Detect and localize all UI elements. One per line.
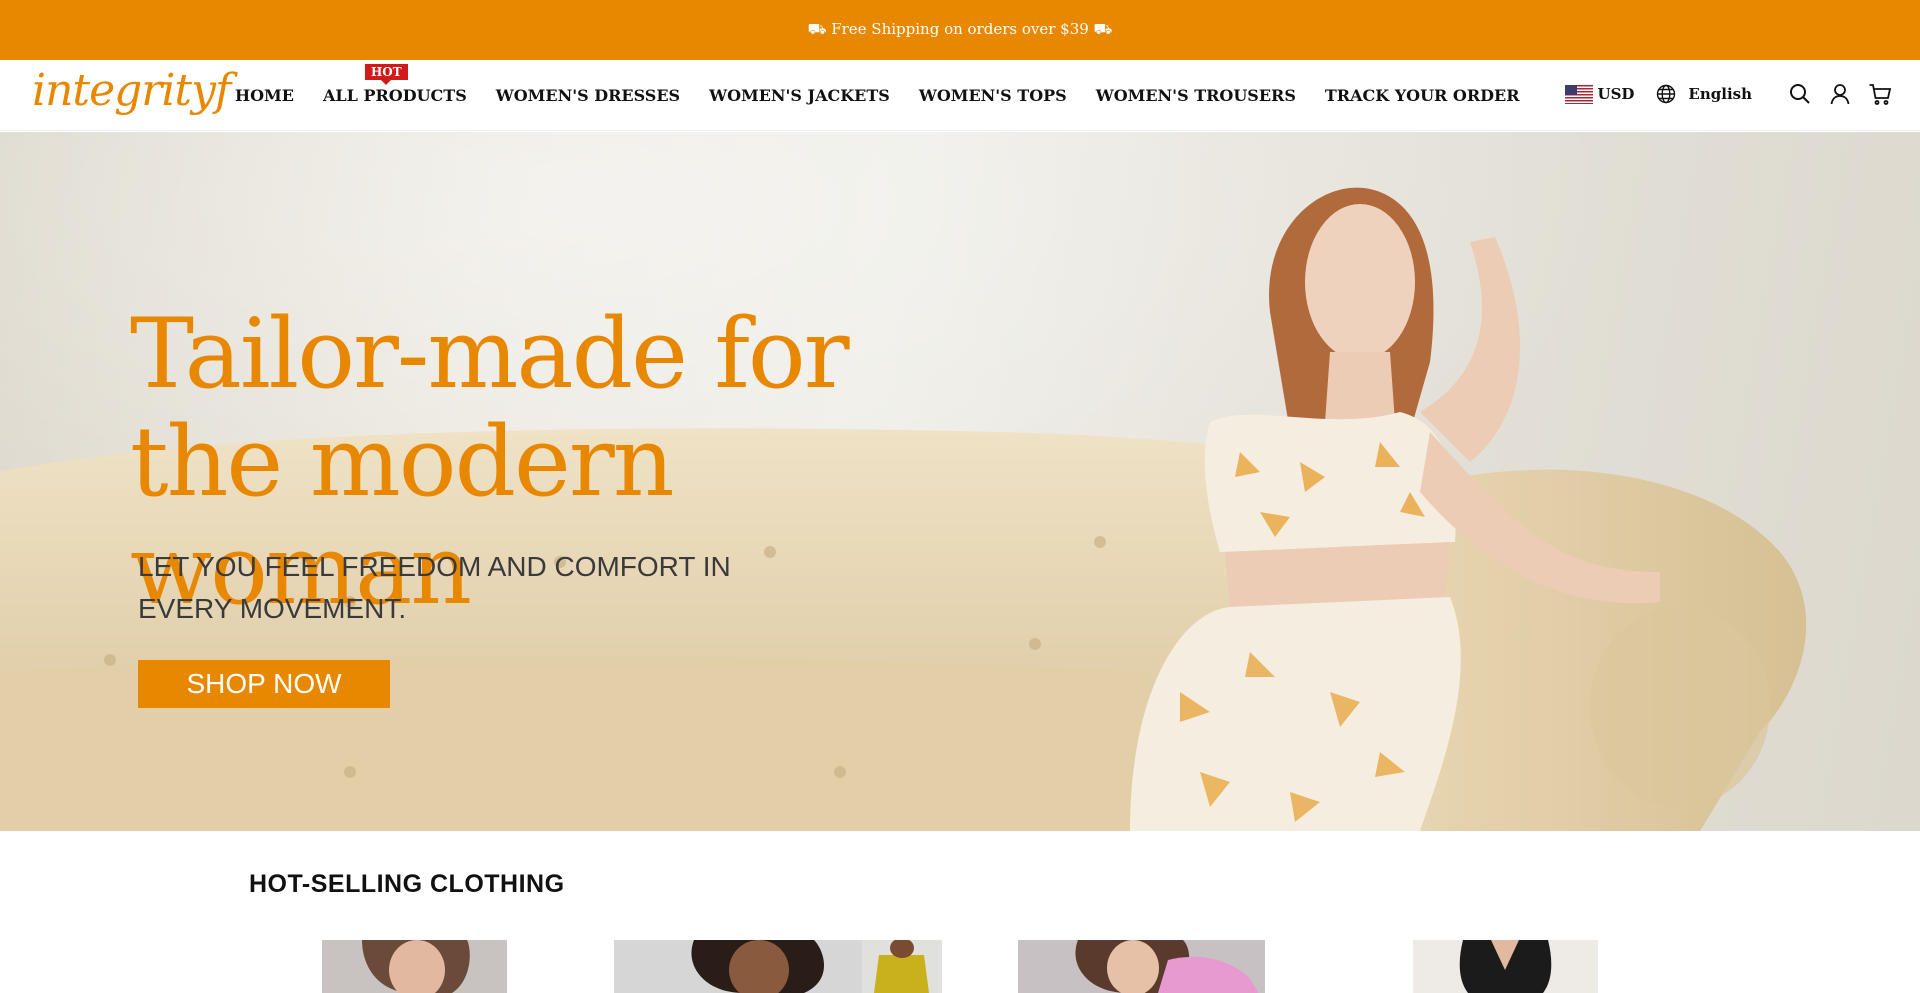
main-nav: HOME ALL PRODUCTS HOT WOMEN'S DRESSES WO… [235,64,1549,105]
account-icon[interactable] [1828,82,1852,106]
announcement-text: ⛟ Free Shipping on orders over $39 ⛟ [807,20,1113,38]
shop-now-button[interactable]: SHOP NOW [138,660,390,708]
nav-all-products[interactable]: ALL PRODUCTS HOT [322,64,467,105]
nav-track-order[interactable]: TRACK YOUR ORDER [1325,86,1520,105]
product-card[interactable] [1413,940,1598,993]
product-image [1018,940,1265,993]
nav-womens-trousers[interactable]: WOMEN'S TROUSERS [1096,86,1296,105]
hero-subtitle: LET YOU FEEL FREEDOM AND COMFORT IN EVER… [138,546,818,630]
nav-womens-tops[interactable]: WOMEN'S TOPS [919,86,1067,105]
product-card[interactable] [322,940,507,993]
section-title: HOT-SELLING CLOTHING [249,870,565,898]
hero-subtitle-line1: LET YOU FEEL FREEDOM AND COMFORT IN [138,551,731,582]
product-card[interactable] [1018,940,1265,993]
hero-title-line1: Tailor-made for [130,298,850,410]
nav-all-products-label: ALL PRODUCTS [322,86,467,105]
nav-womens-dresses[interactable]: WOMEN'S DRESSES [496,86,680,105]
globe-icon [1657,84,1676,104]
nav-womens-jackets[interactable]: WOMEN'S JACKETS [709,86,890,105]
site-logo[interactable]: integrityf [32,65,231,116]
currency-label: USD [1597,85,1635,103]
cart-icon[interactable] [1868,82,1892,106]
nav-home[interactable]: HOME [235,86,294,105]
hot-badge: HOT [364,64,408,85]
product-image [322,940,507,993]
hero-banner[interactable]: Tailor-made for the modern woman LET YOU… [0,132,1920,831]
currency-selector[interactable]: USD [1564,84,1635,104]
header-actions: USD English [1564,82,1893,106]
product-image [614,940,942,993]
announcement-bar: ⛟ Free Shipping on orders over $39 ⛟ [0,0,1920,60]
site-header: integrityf HOME ALL PRODUCTS HOT WOMEN'S… [0,60,1920,131]
language-selector[interactable]: English [1656,84,1752,104]
product-card[interactable] [614,940,942,993]
us-flag-icon [1564,84,1593,104]
language-label: English [1688,85,1752,103]
product-image [1413,940,1598,993]
hero-subtitle-line2: EVERY MOVEMENT. [138,593,407,624]
search-icon[interactable] [1788,82,1812,106]
